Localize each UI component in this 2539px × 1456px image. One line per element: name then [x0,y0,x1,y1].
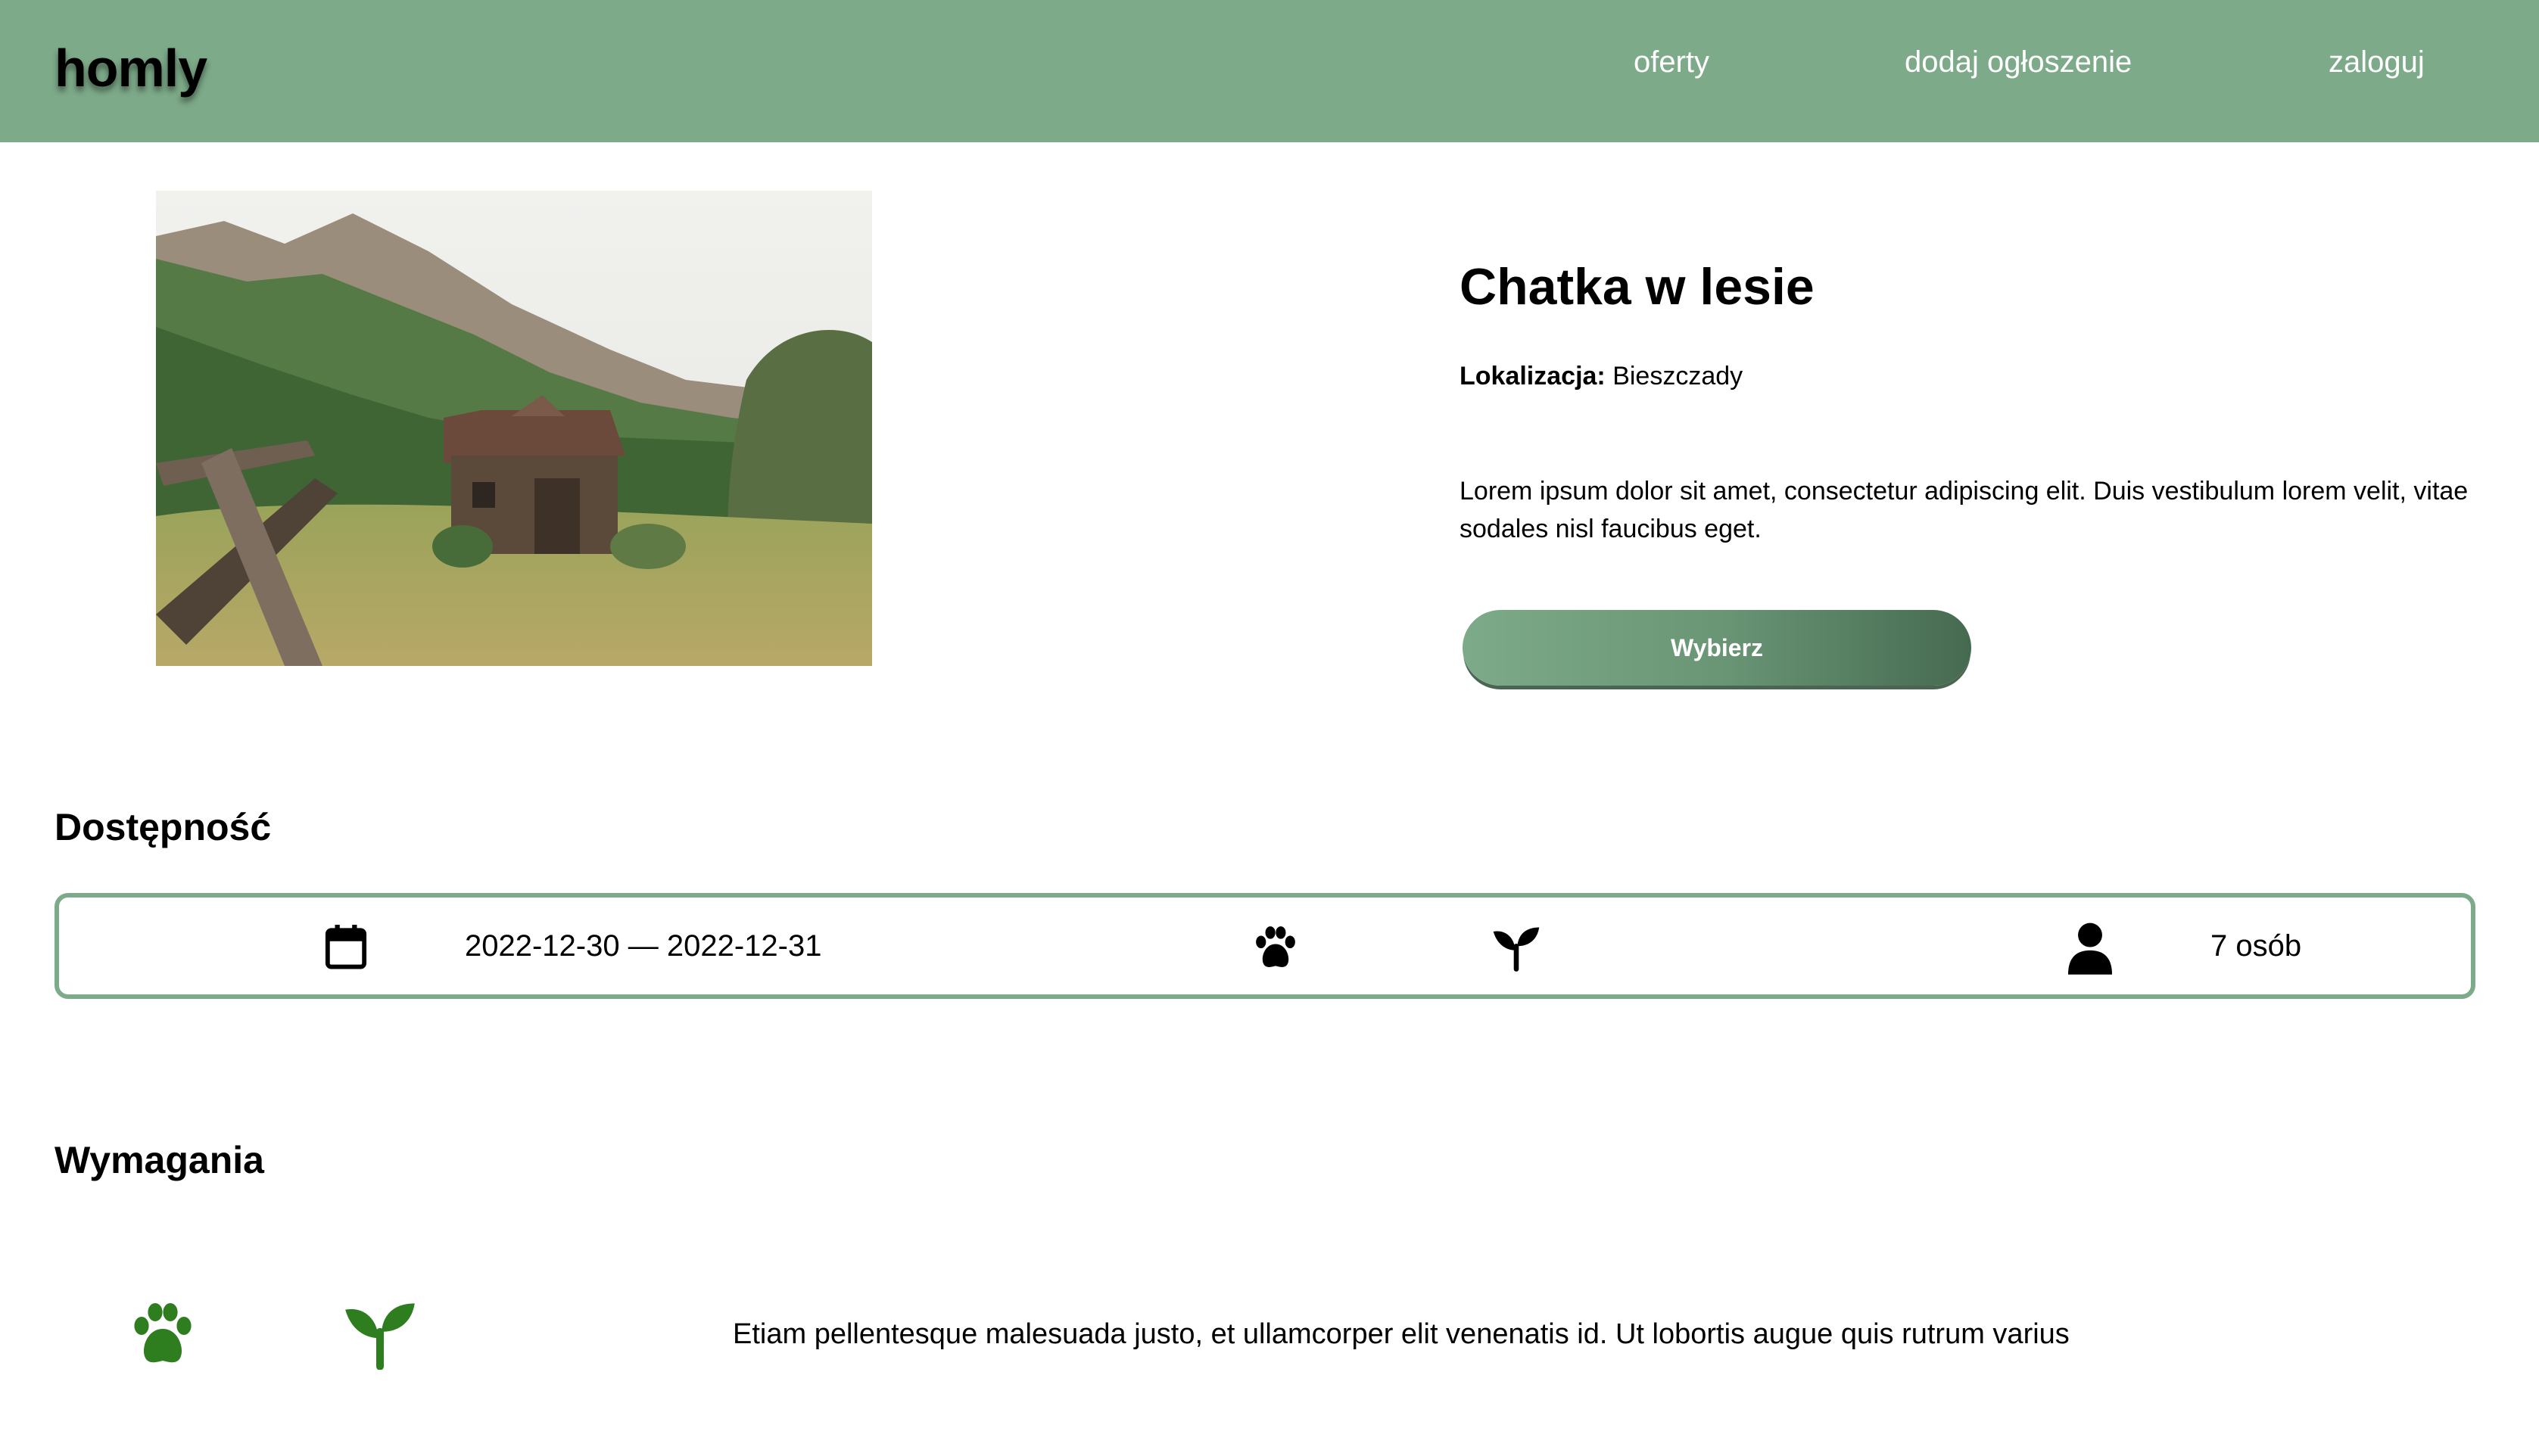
availability-heading: Dostępność [55,806,272,848]
requirements-text: Etiam pellentesque malesuada justo, et u… [733,1318,2070,1350]
location-value: Bieszczady [1612,362,1743,390]
listing-photo [156,191,872,666]
person-icon [2068,922,2112,975]
nav-link-add-listing[interactable]: dodaj ogłoszenie [1905,45,2132,79]
paw-icon [126,1302,200,1368]
logo[interactable]: homly [55,38,207,98]
guest-count: 7 osób [2210,929,2302,963]
nav-link-login[interactable]: zaloguj [2329,45,2425,79]
paw-icon [1251,925,1301,972]
availability-box: 2022-12-30 — 2022-12-31 7 osób [55,893,2475,999]
requirements-heading: Wymagania [55,1139,264,1181]
sprout-icon [1491,925,1541,972]
choose-button[interactable]: Wybierz [1463,610,1971,686]
nav-link-offers[interactable]: oferty [1634,45,1709,79]
sprout-icon [342,1300,418,1370]
listing-description: Lorem ipsum dolor sit amet, consectetur … [1460,477,2469,543]
top-navbar: homly oferty dodaj ogłoszenie zaloguj [0,0,2539,142]
location-label: Lokalizacja: [1460,362,1606,390]
calendar-icon [324,922,368,972]
listing-title: Chatka w lesie [1460,258,1815,316]
availability-dates: 2022-12-30 — 2022-12-31 [465,929,822,963]
listing-location: Lokalizacja: Bieszczady [1460,362,1743,391]
